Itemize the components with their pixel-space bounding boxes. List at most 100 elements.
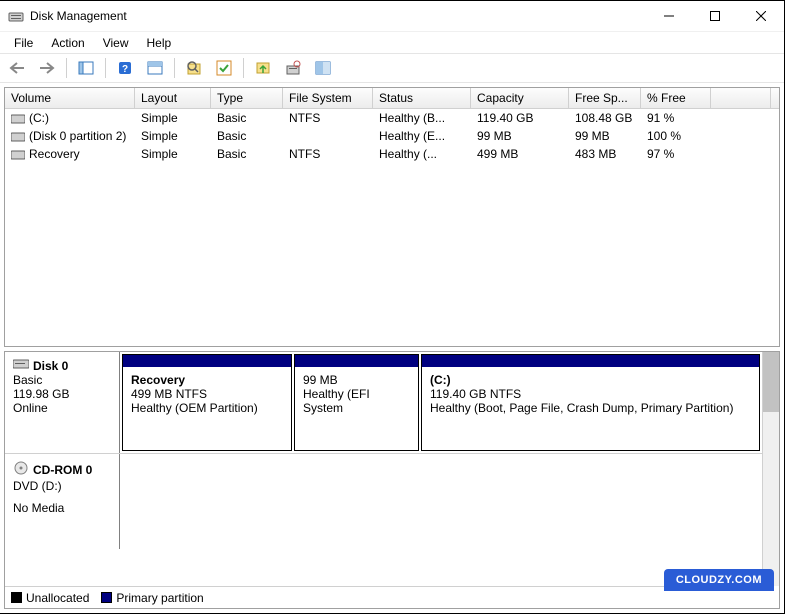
window-title: Disk Management — [30, 9, 646, 23]
disk-body: Disk 0 Basic 119.98 GB Online Recovery 4… — [5, 352, 779, 586]
volume-layout: Simple — [135, 110, 211, 126]
legend: Unallocated Primary partition — [5, 586, 762, 608]
volume-status: Healthy (B... — [373, 110, 471, 126]
partition-status: Healthy (Boot, Page File, Crash Dump, Pr… — [430, 401, 751, 415]
col-status[interactable]: Status — [373, 88, 471, 108]
action3-button[interactable] — [312, 57, 334, 79]
volume-capacity: 499 MB — [471, 146, 569, 162]
action1-button[interactable] — [252, 57, 274, 79]
partition-size: 119.40 GB NTFS — [430, 387, 751, 401]
col-pct-free[interactable]: % Free — [641, 88, 711, 108]
disk-row[interactable]: CD-ROM 0 DVD (D:) No Media — [5, 454, 762, 549]
toolbar-separator — [66, 58, 67, 78]
partition-title: Recovery — [131, 373, 283, 387]
disk-info: Disk 0 Basic 119.98 GB Online — [5, 352, 120, 453]
partition-title: (C:) — [430, 373, 751, 387]
volume-free: 99 MB — [569, 128, 641, 144]
toolbar-separator — [243, 58, 244, 78]
minimize-button[interactable] — [646, 1, 692, 31]
legend-primary: Primary partition — [116, 591, 203, 605]
legend-unallocated: Unallocated — [26, 591, 89, 605]
menu-view[interactable]: View — [95, 34, 137, 52]
menu-help[interactable]: Help — [139, 34, 180, 52]
maximize-button[interactable] — [692, 1, 738, 31]
forward-button[interactable] — [36, 57, 58, 79]
volume-capacity: 119.40 GB — [471, 110, 569, 126]
disk-status: Online — [13, 401, 111, 415]
titlebar: Disk Management — [0, 1, 784, 31]
partition[interactable]: Recovery 499 MB NTFS Healthy (OEM Partit… — [122, 354, 292, 451]
close-button[interactable] — [738, 1, 784, 31]
col-remainder — [711, 88, 771, 108]
toolbar-separator — [174, 58, 175, 78]
disk-partitions-empty — [120, 454, 762, 549]
volume-row[interactable]: Recovery Simple Basic NTFS Healthy (... … — [5, 145, 779, 163]
volume-layout: Simple — [135, 146, 211, 162]
volume-fs: NTFS — [283, 146, 373, 162]
scrollbar[interactable] — [762, 352, 779, 586]
volume-name: (C:) — [29, 111, 49, 125]
col-filesystem[interactable]: File System — [283, 88, 373, 108]
partition-status: Healthy (OEM Partition) — [131, 401, 283, 415]
col-type[interactable]: Type — [211, 88, 283, 108]
disk-icon — [13, 358, 29, 373]
partition-header — [123, 355, 291, 367]
volume-capacity: 99 MB — [471, 128, 569, 144]
volume-icon — [11, 131, 25, 141]
volume-status: Healthy (... — [373, 146, 471, 162]
volume-pct: 97 % — [641, 146, 711, 162]
partition[interactable]: (C:) 119.40 GB NTFS Healthy (Boot, Page … — [421, 354, 760, 451]
volume-fs: NTFS — [283, 110, 373, 126]
app-icon — [8, 8, 24, 24]
disk-type: Basic — [13, 373, 111, 387]
properties-button[interactable] — [144, 57, 166, 79]
col-layout[interactable]: Layout — [135, 88, 211, 108]
rescan-button[interactable] — [213, 57, 235, 79]
partition-header — [422, 355, 759, 367]
disk-info: CD-ROM 0 DVD (D:) No Media — [5, 454, 120, 549]
svg-text:?: ? — [122, 64, 128, 75]
volume-list[interactable]: Volume Layout Type File System Status Ca… — [4, 87, 780, 347]
show-hide-tree-button[interactable] — [75, 57, 97, 79]
partition[interactable]: 99 MB Healthy (EFI System — [294, 354, 419, 451]
disk-size: 119.98 GB — [13, 387, 111, 401]
disk-row[interactable]: Disk 0 Basic 119.98 GB Online Recovery 4… — [5, 352, 762, 454]
legend-swatch-unallocated — [11, 592, 22, 603]
refresh-button[interactable] — [183, 57, 205, 79]
disk-line1: DVD (D:) — [13, 479, 111, 493]
action2-button[interactable] — [282, 57, 304, 79]
col-capacity[interactable]: Capacity — [471, 88, 569, 108]
col-volume[interactable]: Volume — [5, 88, 135, 108]
scrollbar-thumb[interactable] — [763, 352, 779, 412]
col-free[interactable]: Free Sp... — [569, 88, 641, 108]
toolbar-separator — [105, 58, 106, 78]
volume-name: Recovery — [29, 147, 80, 161]
back-button[interactable] — [6, 57, 28, 79]
volume-name: (Disk 0 partition 2) — [29, 129, 126, 143]
partition-status: Healthy (EFI System — [303, 387, 410, 415]
disk-title: Disk 0 — [33, 359, 68, 373]
volume-type: Basic — [211, 110, 283, 126]
volume-type: Basic — [211, 128, 283, 144]
volume-pct: 100 % — [641, 128, 711, 144]
disk-management-window: Disk Management File Action View Help ? … — [0, 0, 785, 614]
volume-row[interactable]: (Disk 0 partition 2) Simple Basic Health… — [5, 127, 779, 145]
volume-fs — [283, 128, 373, 144]
toolbar: ? — [0, 53, 784, 83]
volume-status: Healthy (E... — [373, 128, 471, 144]
cdrom-icon — [13, 460, 29, 479]
volume-layout: Simple — [135, 128, 211, 144]
menu-action[interactable]: Action — [43, 34, 92, 52]
legend-swatch-primary — [101, 592, 112, 603]
menu-file[interactable]: File — [6, 34, 41, 52]
volume-type: Basic — [211, 146, 283, 162]
partition-header — [295, 355, 418, 367]
volume-pct: 91 % — [641, 110, 711, 126]
disk-title: CD-ROM 0 — [33, 463, 92, 477]
volume-row[interactable]: (C:) Simple Basic NTFS Healthy (B... 119… — [5, 109, 779, 127]
volume-free: 483 MB — [569, 146, 641, 162]
volume-list-header: Volume Layout Type File System Status Ca… — [5, 88, 779, 109]
watermark: CLOUDZY.COM — [664, 569, 774, 591]
help-button[interactable]: ? — [114, 57, 136, 79]
volume-icon — [11, 113, 25, 123]
